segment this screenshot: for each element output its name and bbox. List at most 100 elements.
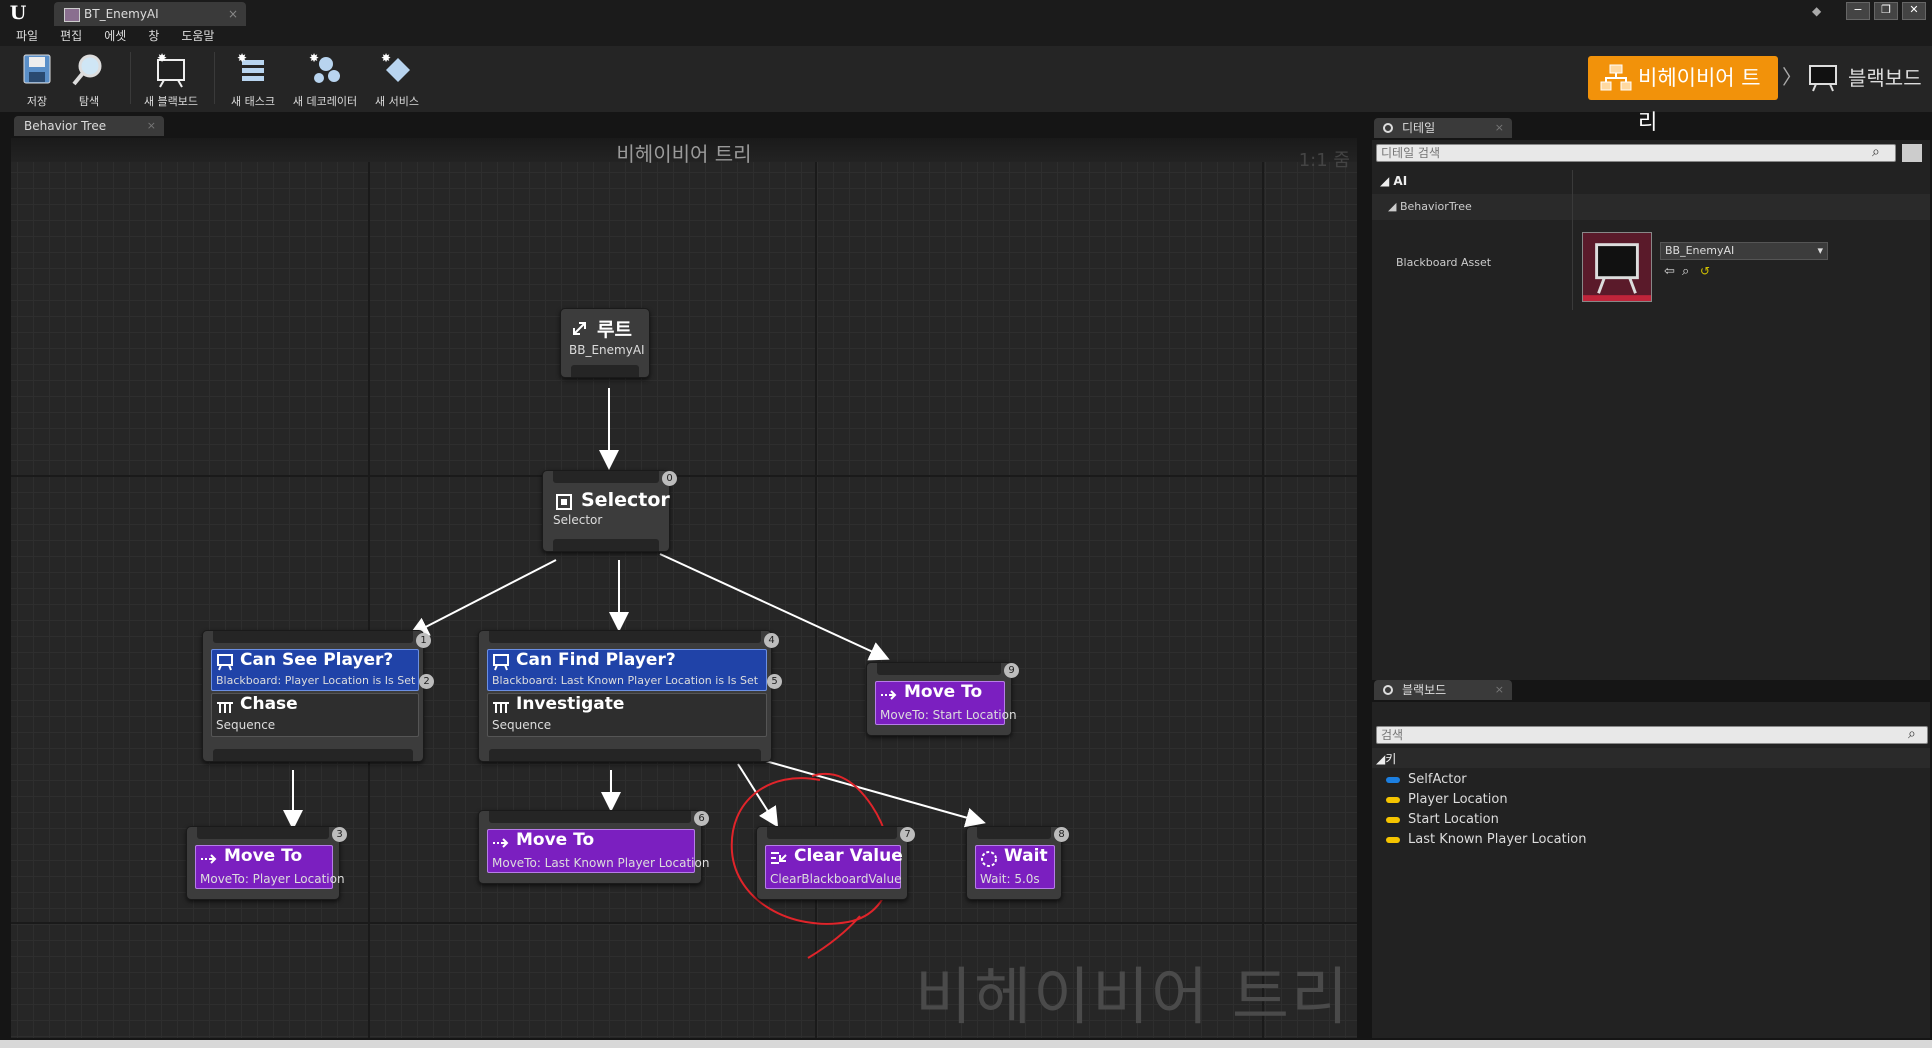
minimize-button[interactable]: − [1846,2,1870,20]
root-icon [573,322,586,335]
details-search-field[interactable] [1381,145,1895,161]
vector-key-icon [1386,837,1400,843]
root-node[interactable]: 루트 BB_EnemyAI [560,308,650,378]
details-icon [1383,123,1393,133]
behavior-tree-mode-button[interactable]: 비헤이비어 트리 [1588,56,1778,134]
selector-node[interactable]: Selector Selector 0 [542,470,677,552]
blackboard-search-field[interactable] [1381,727,1927,743]
investigate-input-pin[interactable] [489,631,761,643]
blackboard-tab[interactable]: 블랙보드 × [1374,680,1512,700]
bb-key-last-known-player-location[interactable]: Last Known Player Location [1384,832,1587,847]
sequence-icon [217,702,233,713]
details-tab[interactable]: 디테일 × [1374,118,1512,138]
task-subtitle: MoveTo: Start Location [880,708,1017,722]
notification-icon[interactable]: ◆ [1812,4,1830,18]
task-title: Move To [904,682,983,702]
blackboard-thumbnail-icon [1583,243,1651,301]
can-see-player-decorator[interactable]: Can See Player? Blackboard: Player Locat… [211,649,434,691]
details-tab-label: 디테일 [1402,121,1436,135]
task-input-pin[interactable] [877,663,1001,675]
close-details-tab-icon[interactable]: × [1495,118,1504,138]
taskbar-strip [0,1040,1932,1048]
chase-sequence-node[interactable]: Can See Player? Blackboard: Player Locat… [202,630,434,762]
investigate-sequence-node[interactable]: Can Find Player? Blackboard: Last Known … [478,630,782,762]
browse-asset-icon[interactable]: ⌕ [1682,264,1696,279]
behavior-tree-mode-icon [1600,64,1632,91]
blackboard-decorator-icon [217,654,233,671]
task-title: Move To [516,830,595,850]
blackboard-tab-label: 블랙보드 [1402,683,1447,697]
details-search-input[interactable] [1376,144,1896,162]
chase-output-pin[interactable] [213,749,413,761]
keys-header-row [1372,748,1930,768]
task-input-pin[interactable] [489,811,691,823]
moveto-player-node[interactable]: Move To MoveTo: Player Location 3 [186,826,347,900]
keys-header-label: 키 [1385,752,1397,766]
task-subtitle: Wait: 5.0s [980,872,1040,886]
object-key-icon [1386,777,1400,783]
section-ai-header[interactable]: ◢ AI [1380,174,1407,188]
details-panel: ⌕ ◢ AI ◢ BehaviorTree Blackboard Asset B… [1372,140,1930,680]
root-output-pin[interactable] [571,365,639,377]
task-input-pin[interactable] [767,827,897,839]
blackboard-mode-button[interactable]: 블랙보드 [1802,56,1932,100]
task-subtitle: ClearBlackboardValue [770,872,902,886]
maximize-button[interactable]: ❐ [1874,2,1898,20]
blackboard-asset-thumbnail[interactable] [1582,232,1652,302]
view-options-icon[interactable] [1902,144,1922,162]
selector-icon [556,494,572,510]
selector-subtitle: Selector [553,513,603,527]
selector-output-pin[interactable] [553,539,659,551]
move-to-icon [493,838,509,848]
task-input-pin[interactable] [977,827,1051,839]
investigate-subtitle: Sequence [492,718,552,732]
task-title: Clear Value [794,846,903,866]
execution-order-badge: 2 [419,674,434,689]
wait-node[interactable]: Wait Wait: 5.0s 8 [966,826,1069,900]
decorator-title: Can Find Player? [516,650,676,670]
investigate-title: Investigate [516,694,625,714]
bb-key-player-location[interactable]: Player Location [1384,792,1508,807]
clear-value-node[interactable]: Clear Value ClearBlackboardValue 7 [756,826,915,900]
search-icon: ⌕ [1908,726,1916,742]
root-title: 루트 [597,319,632,341]
bb-key-start-location[interactable]: Start Location [1384,812,1499,827]
close-window-button[interactable]: ✕ [1902,2,1926,20]
sequence-icon [493,702,509,713]
can-find-player-decorator[interactable]: Can Find Player? Blackboard: Last Known … [487,649,782,691]
key-name: Start Location [1408,812,1499,827]
blackboard-mode-label: 블랙보드 [1848,66,1922,90]
moveto-lastknown-node[interactable]: Move To MoveTo: Last Known Player Locati… [478,810,709,884]
moveto-start-task: Move To MoveTo: Start Location [875,681,1017,725]
blackboard-asset-dropdown[interactable]: BB_EnemyAI ▾ [1660,242,1828,260]
move-to-icon [201,854,217,864]
close-blackboard-tab-icon[interactable]: × [1495,680,1504,700]
investigate-body: Investigate Sequence [487,693,767,737]
chase-input-pin[interactable] [213,631,413,643]
mode-separator-icon: 〉 [1782,65,1802,89]
bb-key-selfactor[interactable]: SelfActor [1384,772,1467,787]
blackboard-asset-value: BB_EnemyAI [1665,244,1735,257]
selector-input-pin[interactable] [553,471,659,483]
column-divider [1572,170,1573,310]
execution-order-badge: 0 [662,471,677,486]
execution-order-badge: 5 [767,674,782,689]
chevron-down-icon: ▾ [1817,244,1823,257]
vector-key-icon [1386,817,1400,823]
section-bt-header[interactable]: ◢ BehaviorTree [1388,200,1472,213]
blackboard-tab-icon [1383,685,1393,695]
decorator-subtitle: Blackboard: Last Known Player Location i… [492,674,759,687]
moveto-start-node[interactable]: Move To MoveTo: Start Location 9 [866,662,1019,736]
search-icon: ⌕ [1872,144,1880,160]
wait-icon [981,851,997,867]
reset-icon[interactable]: ↺ [1700,264,1714,278]
blackboard-search-input[interactable] [1376,726,1928,744]
execution-order-badge: 3 [332,827,347,842]
task-input-pin[interactable] [197,827,329,839]
keys-header[interactable]: ◢키 [1376,750,1396,767]
blackboard-asset-label: Blackboard Asset [1396,256,1492,269]
execution-order-badge: 7 [900,827,915,842]
wire-investigate-clear-value [737,763,779,828]
investigate-output-pin[interactable] [489,749,761,761]
use-selected-icon[interactable]: ⇦ [1664,264,1678,279]
